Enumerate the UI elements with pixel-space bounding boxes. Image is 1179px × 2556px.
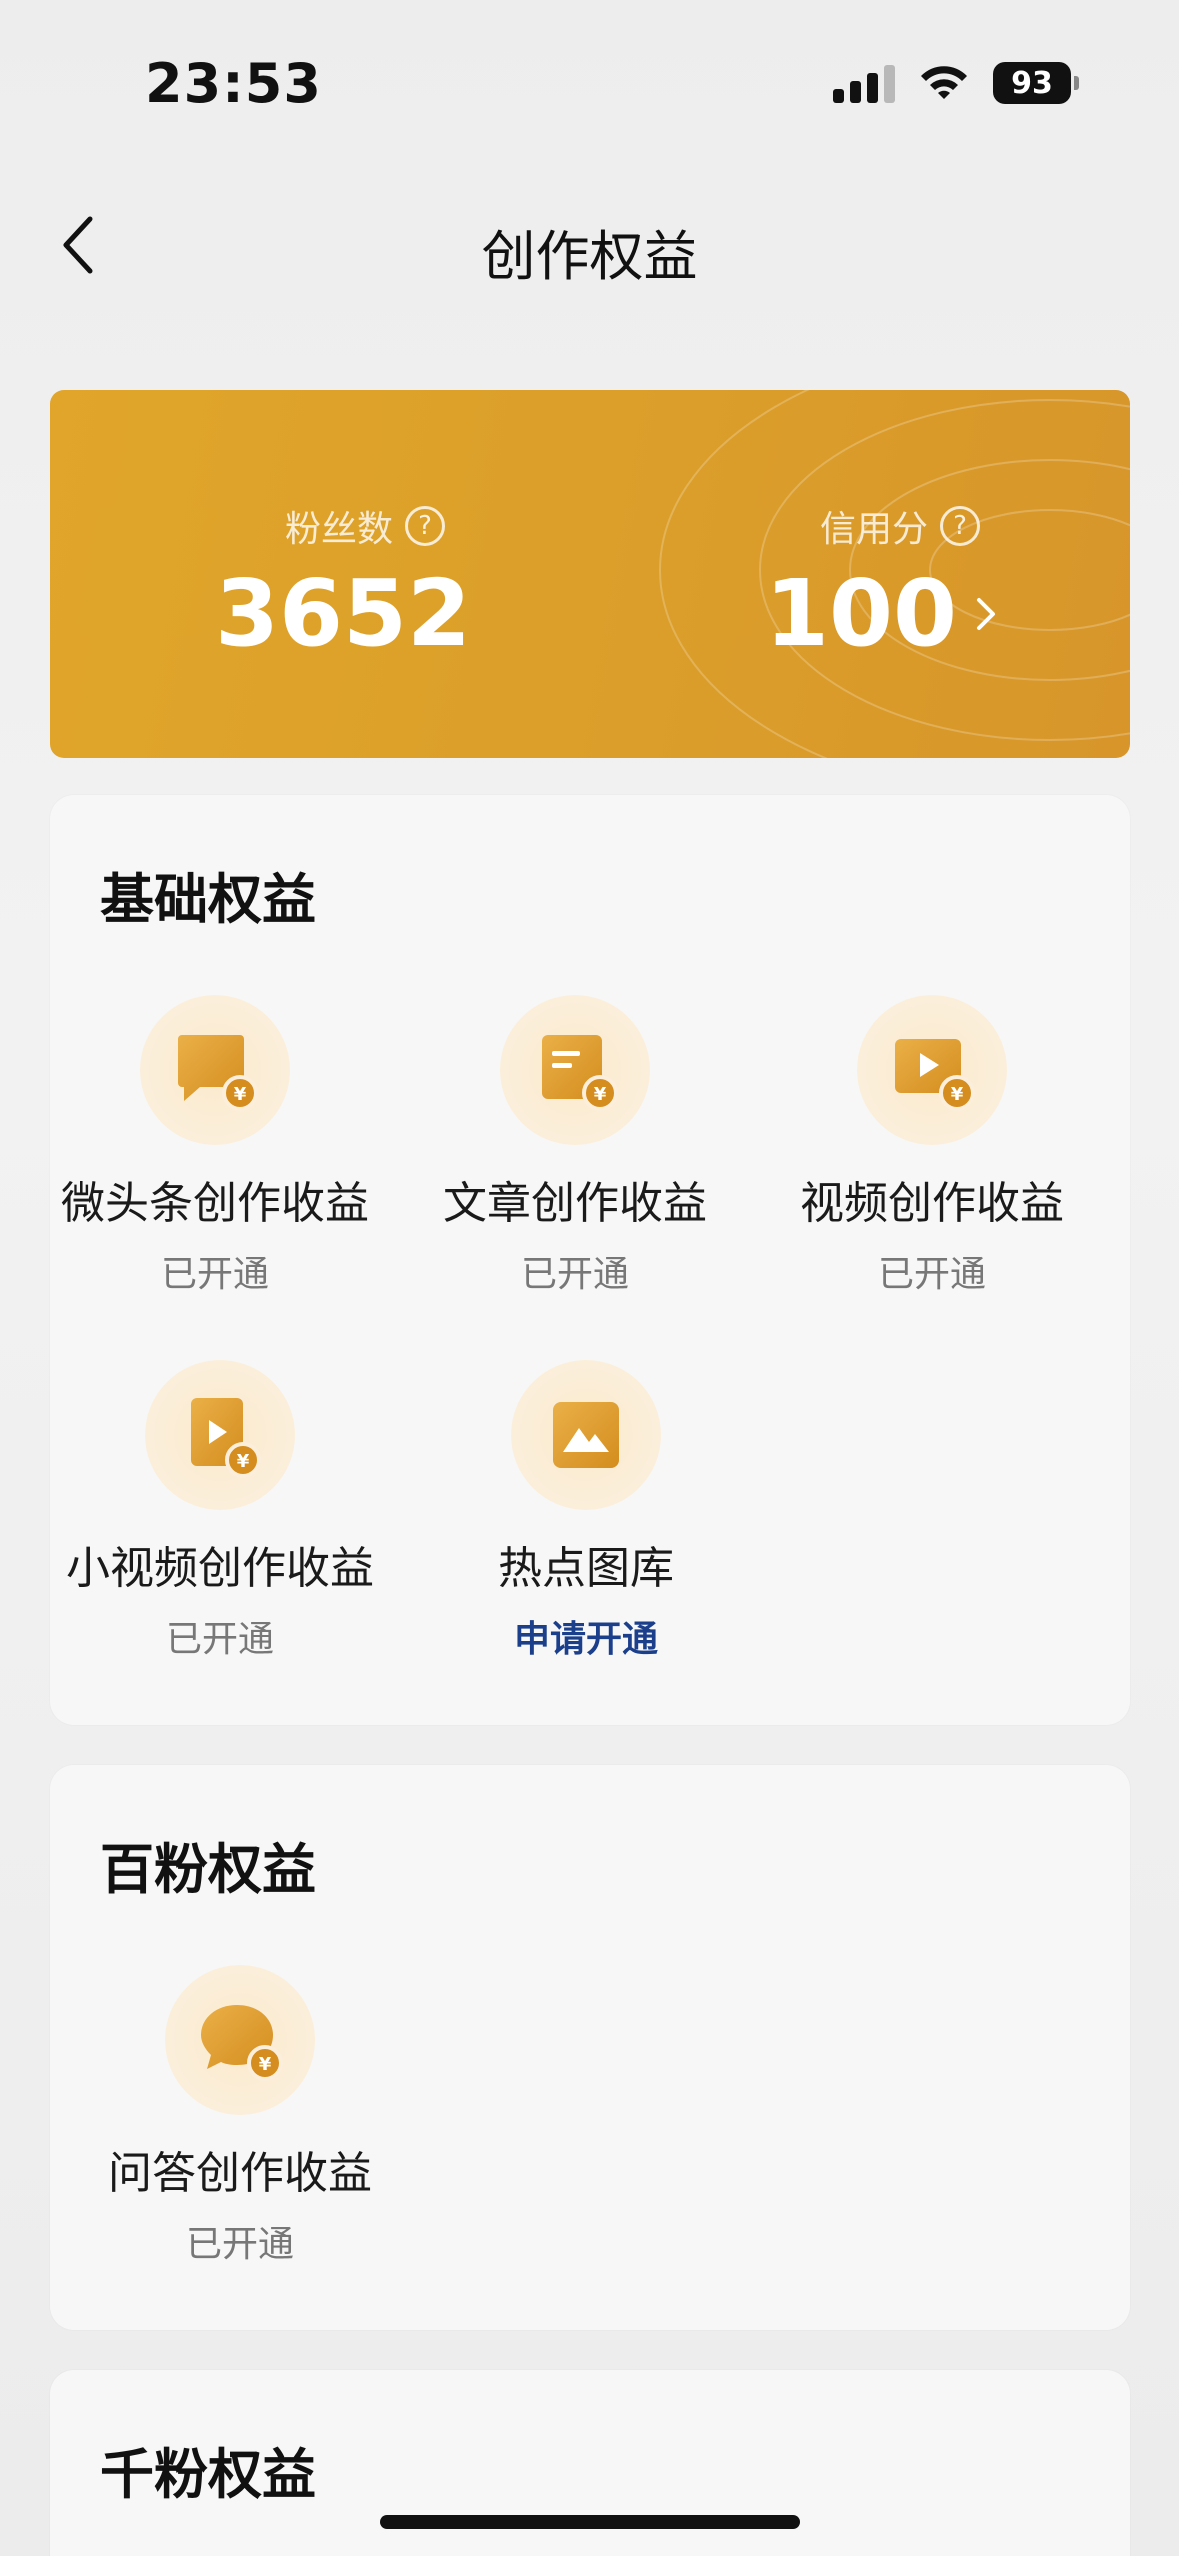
benefit-label: 文章创作收益	[443, 1178, 707, 1229]
stats-card: 粉丝数 ? 3652 信用分 ? 100	[50, 390, 1130, 758]
benefit-item-article[interactable]: ¥ 文章创作收益 已开通	[405, 995, 745, 1297]
home-indicator[interactable]	[380, 2515, 800, 2529]
battery-level: 93	[993, 62, 1071, 104]
benefit-status: 已开通	[877, 1254, 986, 1295]
help-icon[interactable]: ?	[405, 506, 446, 546]
svg-text:¥: ¥	[951, 1084, 964, 1105]
apply-open-link[interactable]: 申请开通	[416, 1610, 756, 1662]
benefit-item-video[interactable]: ¥ 视频创作收益 已开通	[762, 995, 1102, 1297]
benefit-label: 问答创作收益	[108, 2148, 372, 2199]
help-icon[interactable]: ?	[940, 506, 981, 546]
svg-text:¥: ¥	[594, 1084, 607, 1105]
section-title: 千粉权益	[100, 2443, 316, 2506]
credit-value: 100	[765, 560, 958, 667]
status-icons: 93	[833, 62, 1079, 104]
benefit-label: 热点图库	[498, 1543, 674, 1594]
section-title: 基础权益	[100, 868, 316, 931]
image-gallery-icon	[553, 1402, 619, 1468]
qa-bubble-yuan-icon: ¥	[201, 2005, 283, 2081]
svg-text:¥: ¥	[237, 1451, 250, 1472]
benefit-item-short-video[interactable]: ¥ 小视频创作收益 已开通	[50, 1360, 390, 1662]
chevron-right-icon	[975, 590, 1011, 638]
credit-stat[interactable]: 信用分 ? 100	[765, 500, 1011, 667]
status-bar: 23:53 93	[0, 0, 1179, 170]
svg-text:¥: ¥	[259, 2054, 272, 2075]
svg-text:¥: ¥	[234, 1084, 247, 1105]
cellular-signal-icon	[833, 63, 895, 103]
fans-label: 粉丝数	[285, 509, 394, 550]
nav-bar: 创作权益	[0, 190, 1179, 300]
benefit-label: 小视频创作收益	[66, 1543, 374, 1594]
credit-label: 信用分	[820, 509, 929, 550]
fans-stat: 粉丝数 ? 3652	[215, 500, 471, 667]
benefit-item-hot-gallery[interactable]: 热点图库 申请开通	[416, 1360, 756, 1662]
benefit-label: 微头条创作收益	[61, 1178, 369, 1229]
short-video-yuan-icon: ¥	[191, 1398, 261, 1478]
video-yuan-icon: ¥	[895, 1039, 975, 1111]
benefit-item-micro-headline[interactable]: ¥ 微头条创作收益 已开通	[45, 995, 385, 1297]
benefit-status: 已开通	[520, 1254, 629, 1295]
benefit-status: 已开通	[185, 2224, 294, 2265]
section-title: 百粉权益	[100, 1838, 316, 1901]
fans-value: 3652	[215, 560, 472, 667]
benefit-label: 视频创作收益	[800, 1178, 1064, 1229]
battery-icon: 93	[993, 62, 1079, 104]
wifi-icon	[921, 66, 967, 99]
benefit-status: 已开通	[160, 1254, 269, 1295]
benefit-status: 已开通	[165, 1619, 274, 1660]
hundred-fan-benefits-panel: 百粉权益 ¥ 问答创作收益 已开通	[50, 1765, 1130, 2330]
creator-benefits-page: 23:53 93 创作权益 粉丝数 ? 3652 信用分 ? 100 基础权益 …	[0, 0, 1179, 2556]
page-title: 创作权益	[481, 225, 698, 288]
article-yuan-icon: ¥	[542, 1035, 618, 1111]
basic-benefits-panel: 基础权益 ¥ 微头条创作收益 已开通 ¥ 文章创作收益 已开通 ¥ 视频创作收益…	[50, 795, 1130, 1725]
chat-bubble-yuan-icon: ¥	[178, 1035, 258, 1111]
status-time: 23:53	[145, 52, 322, 115]
benefit-item-qa[interactable]: ¥ 问答创作收益 已开通	[70, 1965, 410, 2267]
